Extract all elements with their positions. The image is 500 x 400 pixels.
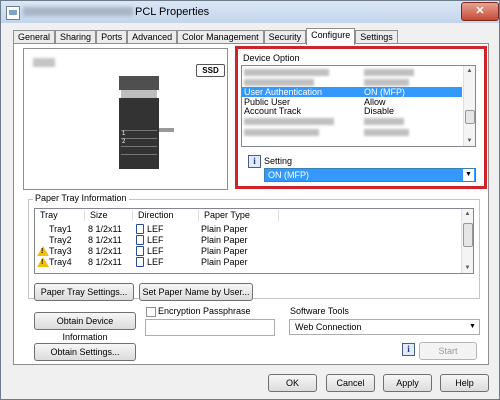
table-row[interactable]: Tray2 8 1/2x11 LEF Plain Paper	[35, 235, 460, 245]
encryption-passphrase-label: Encryption Passphrase	[158, 306, 251, 316]
tab-color-management[interactable]: Color Management	[177, 30, 264, 44]
title-redacted-region	[23, 7, 133, 16]
tray-name: Tray3	[49, 246, 72, 256]
scroll-thumb[interactable]	[463, 223, 473, 247]
encryption-passphrase-input[interactable]	[145, 319, 275, 336]
tab-settings[interactable]: Settings	[355, 30, 398, 44]
paper-orientation-icon	[136, 246, 144, 256]
paper-tray-title: Paper Tray Information	[33, 193, 129, 203]
printer-app-icon	[6, 6, 20, 20]
list-item-user-authentication[interactable]: User Authentication ON (MFP)	[242, 87, 462, 97]
tray-direction: LEF	[147, 235, 164, 245]
tray-number-2: 2	[122, 139, 126, 145]
encryption-passphrase-checkbox[interactable]	[146, 307, 156, 317]
device-option-scrollbar[interactable]: ▲ ▼	[463, 66, 475, 146]
tray-size: 8 1/2x11	[88, 246, 122, 256]
table-row[interactable]: Tray1 8 1/2x11 LEF Plain Paper	[35, 224, 460, 234]
list-item[interactable]	[242, 117, 462, 127]
tray-size: 8 1/2x11	[88, 235, 122, 245]
printer-image: 1 2	[119, 76, 174, 169]
ssd-badge: SSD	[196, 64, 225, 77]
paper-tray-list[interactable]: Tray Size Direction Paper Type Tray1 8 1…	[34, 208, 474, 274]
set-paper-name-button[interactable]: Set Paper Name by User...	[139, 283, 253, 301]
tray-paper-type: Plain Paper	[201, 246, 248, 256]
tray-direction: LEF	[147, 246, 164, 256]
tray-paper-type: Plain Paper	[201, 257, 248, 267]
paper-tray-scrollbar[interactable]: ▲ ▼	[461, 209, 473, 273]
setting-value: ON (MFP)	[268, 170, 309, 180]
close-button[interactable]: ✕	[461, 2, 499, 21]
obtain-device-information-button[interactable]: Obtain Device Information	[34, 312, 136, 342]
software-tools-label: Software Tools	[290, 306, 349, 316]
device-option-title: Device Option	[243, 53, 300, 63]
warning-icon	[37, 246, 49, 257]
tray-direction: LEF	[147, 224, 164, 234]
info-icon[interactable]: i	[248, 155, 261, 168]
tab-advanced[interactable]: Advanced	[127, 30, 178, 44]
paper-orientation-icon	[136, 257, 144, 267]
cancel-button[interactable]: Cancel	[326, 374, 375, 392]
obtain-settings-button[interactable]: Obtain Settings...	[34, 343, 136, 361]
scroll-down-icon[interactable]: ▼	[462, 263, 473, 273]
tray-direction: LEF	[147, 257, 164, 267]
column-header-size[interactable]: Size	[85, 210, 133, 221]
paper-orientation-icon	[136, 235, 144, 245]
software-tools-value: Web Connection	[295, 322, 362, 332]
warning-icon	[37, 257, 49, 268]
ok-button[interactable]: OK	[268, 374, 317, 392]
tray-paper-type: Plain Paper	[201, 235, 248, 245]
paper-orientation-icon	[136, 224, 144, 234]
scroll-up-icon[interactable]: ▲	[462, 209, 473, 219]
tab-sharing[interactable]: Sharing	[55, 30, 97, 44]
scroll-thumb[interactable]	[465, 110, 475, 124]
software-tools-dropdown[interactable]: Web Connection ▼	[289, 319, 480, 335]
preview-redacted-label	[33, 58, 55, 67]
paper-tray-settings-button[interactable]: Paper Tray Settings...	[34, 283, 134, 301]
column-header-paper-type[interactable]: Paper Type	[199, 210, 279, 221]
tab-ports[interactable]: Ports	[96, 30, 128, 44]
tab-security[interactable]: Security	[263, 30, 307, 44]
scroll-down-icon[interactable]: ▼	[464, 136, 475, 146]
list-item[interactable]	[242, 128, 462, 138]
properties-window: PCL Properties ✕ General Sharing Ports A…	[0, 0, 500, 400]
tray-name: Tray4	[49, 257, 72, 267]
tray-size: 8 1/2x11	[88, 224, 122, 234]
setting-label: Setting	[264, 156, 293, 166]
chevron-down-icon[interactable]: ▼	[467, 320, 478, 334]
table-row[interactable]: Tray4 8 1/2x11 LEF Plain Paper	[35, 257, 460, 268]
setting-dropdown[interactable]: ON (MFP) ▼	[264, 168, 476, 182]
table-row[interactable]: Tray3 8 1/2x11 LEF Plain Paper	[35, 246, 460, 257]
list-item-account-track[interactable]: Account Track Disable	[242, 106, 462, 116]
scroll-up-icon[interactable]: ▲	[464, 66, 475, 76]
window-title: PCL Properties	[135, 6, 210, 18]
column-header-tray[interactable]: Tray	[35, 210, 85, 221]
tray-size: 8 1/2x11	[88, 257, 122, 267]
title-bar[interactable]: PCL Properties ✕	[1, 1, 499, 23]
apply-button[interactable]: Apply	[383, 374, 432, 392]
tray-name: Tray2	[49, 235, 72, 245]
tab-configure[interactable]: Configure	[306, 28, 356, 45]
info-icon[interactable]: i	[402, 343, 415, 356]
list-item[interactable]	[242, 68, 462, 78]
chevron-down-icon[interactable]: ▼	[463, 169, 474, 181]
device-option-list[interactable]: User Authentication ON (MFP) Public User…	[241, 65, 476, 147]
help-button[interactable]: Help	[440, 374, 489, 392]
tab-strip: General Sharing Ports Advanced Color Man…	[13, 28, 398, 45]
tab-general[interactable]: General	[13, 30, 56, 44]
start-button[interactable]: Start	[419, 342, 477, 360]
tray-number-1: 1	[122, 131, 126, 137]
column-header-direction[interactable]: Direction	[133, 210, 199, 221]
tray-paper-type: Plain Paper	[201, 224, 248, 234]
tray-name: Tray1	[49, 224, 72, 234]
